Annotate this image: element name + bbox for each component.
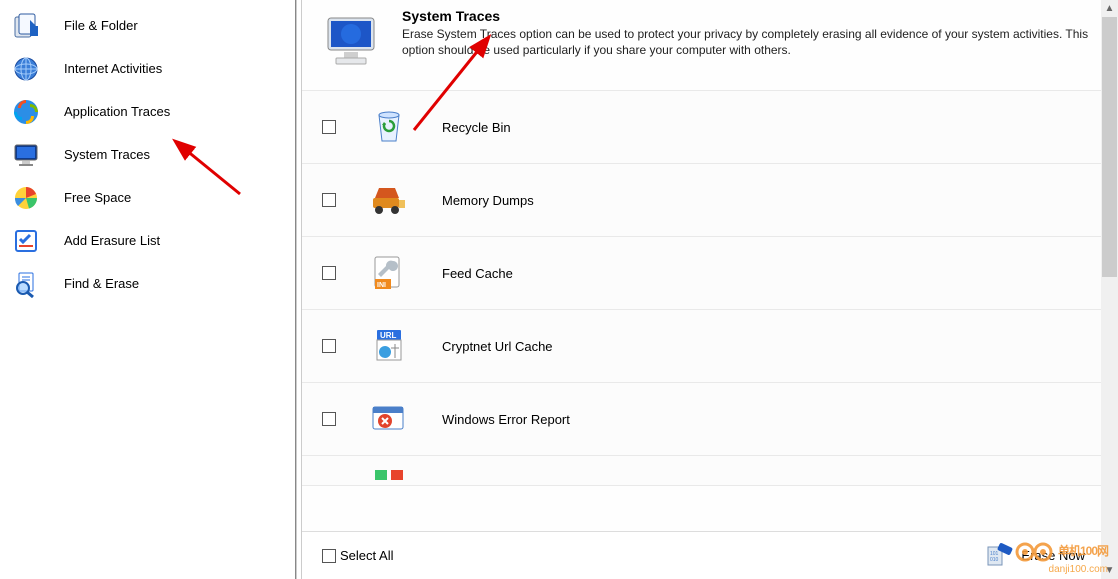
trace-checkbox[interactable] bbox=[322, 193, 336, 207]
sidebar-label: System Traces bbox=[64, 147, 150, 162]
svg-text:INI: INI bbox=[377, 282, 386, 289]
checklist-icon bbox=[10, 225, 42, 257]
magnifier-doc-icon bbox=[10, 268, 42, 300]
erase-now-button[interactable]: 101010 Erase Now bbox=[970, 536, 1098, 576]
page-title: System Traces bbox=[402, 8, 1102, 24]
trace-row-recycle-bin[interactable]: Recycle Bin bbox=[302, 91, 1118, 164]
sidebar-label: Free Space bbox=[64, 190, 131, 205]
network-icon bbox=[364, 459, 414, 487]
eraser-icon: 101010 bbox=[983, 540, 1015, 572]
scroll-thumb[interactable] bbox=[1102, 17, 1117, 277]
sidebar-label: File & Folder bbox=[64, 18, 138, 33]
sidebar-item-file-folder[interactable]: File & Folder bbox=[0, 4, 295, 47]
select-all-checkbox[interactable] bbox=[322, 549, 336, 563]
select-all[interactable]: Select All bbox=[322, 548, 393, 563]
trace-label: Recycle Bin bbox=[442, 120, 511, 135]
svg-text:010: 010 bbox=[990, 557, 999, 563]
sidebar-label: Application Traces bbox=[64, 104, 170, 119]
sidebar-item-system-traces[interactable]: System Traces bbox=[0, 133, 295, 176]
sidebar-item-free-space[interactable]: Free Space bbox=[0, 176, 295, 219]
pie-chart-icon bbox=[10, 182, 42, 214]
trace-label: Cryptnet Url Cache bbox=[442, 339, 553, 354]
header: System Traces Erase System Traces option… bbox=[302, 0, 1118, 90]
trace-checkbox[interactable] bbox=[322, 339, 336, 353]
sidebar-item-find-erase[interactable]: Find & Erase bbox=[0, 262, 295, 305]
error-window-icon bbox=[364, 394, 414, 444]
dump-truck-icon bbox=[364, 175, 414, 225]
trace-label: Memory Dumps bbox=[442, 193, 534, 208]
select-all-label: Select All bbox=[340, 548, 393, 563]
scroll-track[interactable] bbox=[1101, 17, 1118, 562]
traces-list: Recycle Bin Memory Dumps INI Feed Cache bbox=[302, 90, 1118, 531]
trace-checkbox[interactable] bbox=[322, 266, 336, 280]
sidebar-label: Find & Erase bbox=[64, 276, 139, 291]
trace-checkbox[interactable] bbox=[322, 412, 336, 426]
footer: Select All 101010 Erase Now bbox=[302, 531, 1118, 579]
erase-now-label: Erase Now bbox=[1021, 548, 1085, 563]
scroll-up-button[interactable]: ▲ bbox=[1101, 0, 1118, 17]
trace-row-partial[interactable] bbox=[302, 456, 1118, 486]
file-folder-icon bbox=[10, 10, 42, 42]
url-globe-icon: URL bbox=[364, 321, 414, 371]
monitor-large-icon bbox=[318, 8, 386, 76]
sidebar-label: Add Erasure List bbox=[64, 233, 160, 248]
globe-icon bbox=[10, 53, 42, 85]
trace-checkbox[interactable] bbox=[322, 120, 336, 134]
trace-row-error-report[interactable]: Windows Error Report bbox=[302, 383, 1118, 456]
trace-label: Feed Cache bbox=[442, 266, 513, 281]
recycle-bin-icon bbox=[364, 102, 414, 152]
sidebar-label: Internet Activities bbox=[64, 61, 162, 76]
feed-wrench-icon: INI bbox=[364, 248, 414, 298]
sidebar: File & Folder Internet Activities Applic… bbox=[0, 0, 296, 579]
main-panel: System Traces Erase System Traces option… bbox=[302, 0, 1118, 579]
trace-row-cryptnet-url[interactable]: URL Cryptnet Url Cache bbox=[302, 310, 1118, 383]
trace-row-memory-dumps[interactable]: Memory Dumps bbox=[302, 164, 1118, 237]
scroll-down-button[interactable]: ▼ bbox=[1101, 562, 1118, 579]
sidebar-item-add-erasure[interactable]: Add Erasure List bbox=[0, 219, 295, 262]
trace-label: Windows Error Report bbox=[442, 412, 570, 427]
vertical-scrollbar[interactable]: ▲ ▼ bbox=[1101, 0, 1118, 579]
sidebar-item-application[interactable]: Application Traces bbox=[0, 90, 295, 133]
sidebar-item-internet[interactable]: Internet Activities bbox=[0, 47, 295, 90]
svg-text:URL: URL bbox=[380, 331, 397, 340]
page-description: Erase System Traces option can be used t… bbox=[402, 26, 1102, 58]
windows-icon bbox=[10, 96, 42, 128]
monitor-icon bbox=[10, 139, 42, 171]
trace-row-feed-cache[interactable]: INI Feed Cache bbox=[302, 237, 1118, 310]
